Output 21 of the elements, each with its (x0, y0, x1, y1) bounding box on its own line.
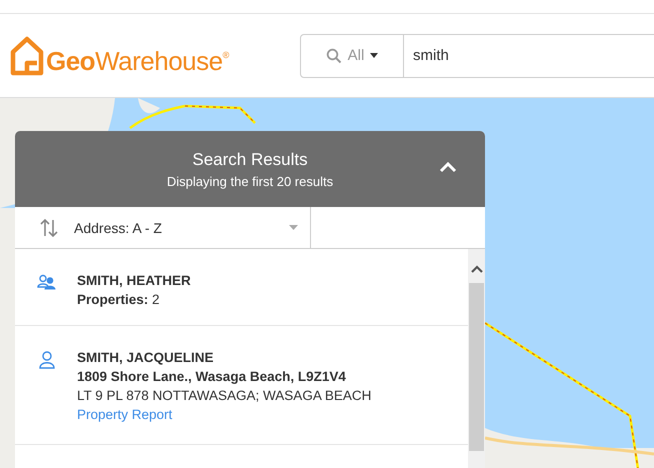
scrollbar-thumb[interactable] (469, 283, 484, 451)
caret-icon (370, 53, 378, 58)
search-icon (326, 48, 342, 64)
properties-count: Properties: 2 (77, 291, 161, 309)
sort-dropdown[interactable]: Address: A - Z (15, 207, 311, 248)
result-name: SMITH, JACQUELINE (77, 349, 215, 367)
result-name: SMITH, HEATHER (77, 272, 191, 290)
scroll-up-icon[interactable] (470, 265, 482, 273)
search-field[interactable]: smith (404, 34, 654, 78)
brand-logo: GeoWarehouse$^{®}$ (46, 48, 229, 76)
people-icon (37, 274, 57, 290)
house-logo-icon (10, 36, 44, 76)
person-icon (37, 351, 57, 369)
sort-arrows-icon (40, 218, 58, 238)
panel-subtitle: Displaying the first 20 results (166, 174, 334, 188)
panel-title: Search Results (192, 150, 308, 170)
collapse-chevron-icon[interactable] (439, 162, 457, 173)
result-address: 1809 Shore Lane., Wasaga Beach, L9Z1V4 (77, 368, 347, 386)
caret-icon (289, 225, 298, 230)
scrollbar[interactable] (468, 249, 485, 468)
legal-description: LT 9 PL 878 NOTTAWASAGA; WASAGA BEACH (77, 387, 372, 405)
